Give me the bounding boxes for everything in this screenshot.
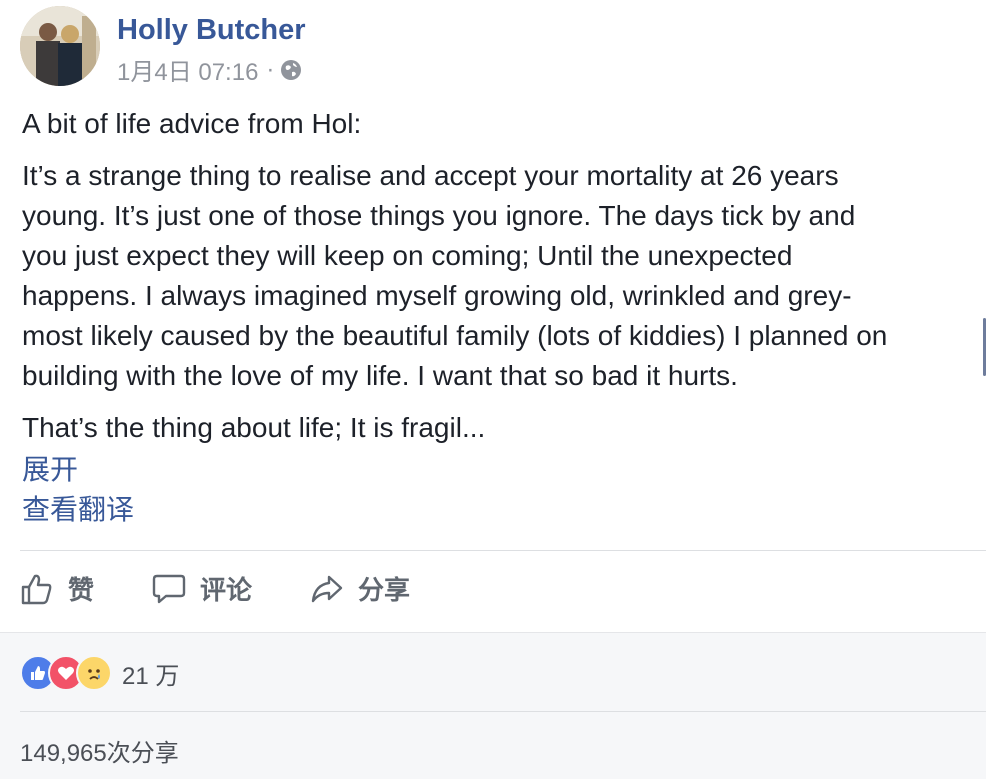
post-timestamp[interactable]: 1月4日 07:16 — [117, 52, 258, 87]
post-line: most likely caused by the beautiful fami… — [22, 320, 888, 351]
post-paragraph-intro: A bit of life advice from Hol: — [22, 108, 362, 139]
post-line: building with the love of my life. I wan… — [22, 360, 738, 391]
post-line: happens. I always imagined myself growin… — [22, 280, 852, 311]
comment-button[interactable]: 评论 — [152, 570, 252, 607]
post-line: It’s a strange thing to realise and acce… — [22, 160, 839, 191]
meta-separator: · — [266, 55, 275, 83]
reaction-count[interactable]: 21 万 — [122, 656, 179, 691]
post-paragraph-truncated: That’s the thing about life; It is fragi… — [22, 412, 486, 443]
like-button[interactable]: 赞 — [20, 570, 94, 607]
share-button[interactable]: 分享 — [310, 570, 410, 607]
action-bar: 赞 评论 分享 — [20, 560, 986, 626]
comment-label: 评论 — [200, 575, 253, 605]
thumbs-up-icon — [21, 574, 52, 604]
post-line: you just expect they will keep on coming… — [22, 240, 793, 271]
divider — [20, 550, 986, 551]
divider — [20, 711, 986, 712]
post-stats: 21 万 149,965次分享 — [0, 632, 986, 779]
reactions-summary[interactable]: 21 万 — [20, 655, 179, 691]
author-name[interactable]: Holly Butcher — [117, 14, 306, 47]
post-paragraph-main: It’s a strange thing to realise and acce… — [22, 156, 986, 396]
avatar-photo — [20, 6, 100, 86]
expand-link[interactable]: 展开 — [22, 448, 78, 488]
post-line: young. It’s just one of those things you… — [22, 200, 856, 231]
share-label: 分享 — [358, 575, 411, 605]
see-translation-link[interactable]: 查看翻译 — [22, 488, 134, 528]
share-icon — [311, 575, 343, 602]
sad-icon — [76, 655, 112, 691]
globe-icon[interactable] — [280, 59, 302, 81]
post-header: Holly Butcher 1月4日 07:16 · — [20, 6, 960, 88]
like-label: 赞 — [68, 575, 95, 605]
comment-icon — [152, 574, 186, 603]
avatar[interactable] — [20, 6, 100, 86]
share-count[interactable]: 149,965次分享 — [20, 733, 179, 768]
post-meta: 1月4日 07:16 · — [117, 52, 302, 87]
